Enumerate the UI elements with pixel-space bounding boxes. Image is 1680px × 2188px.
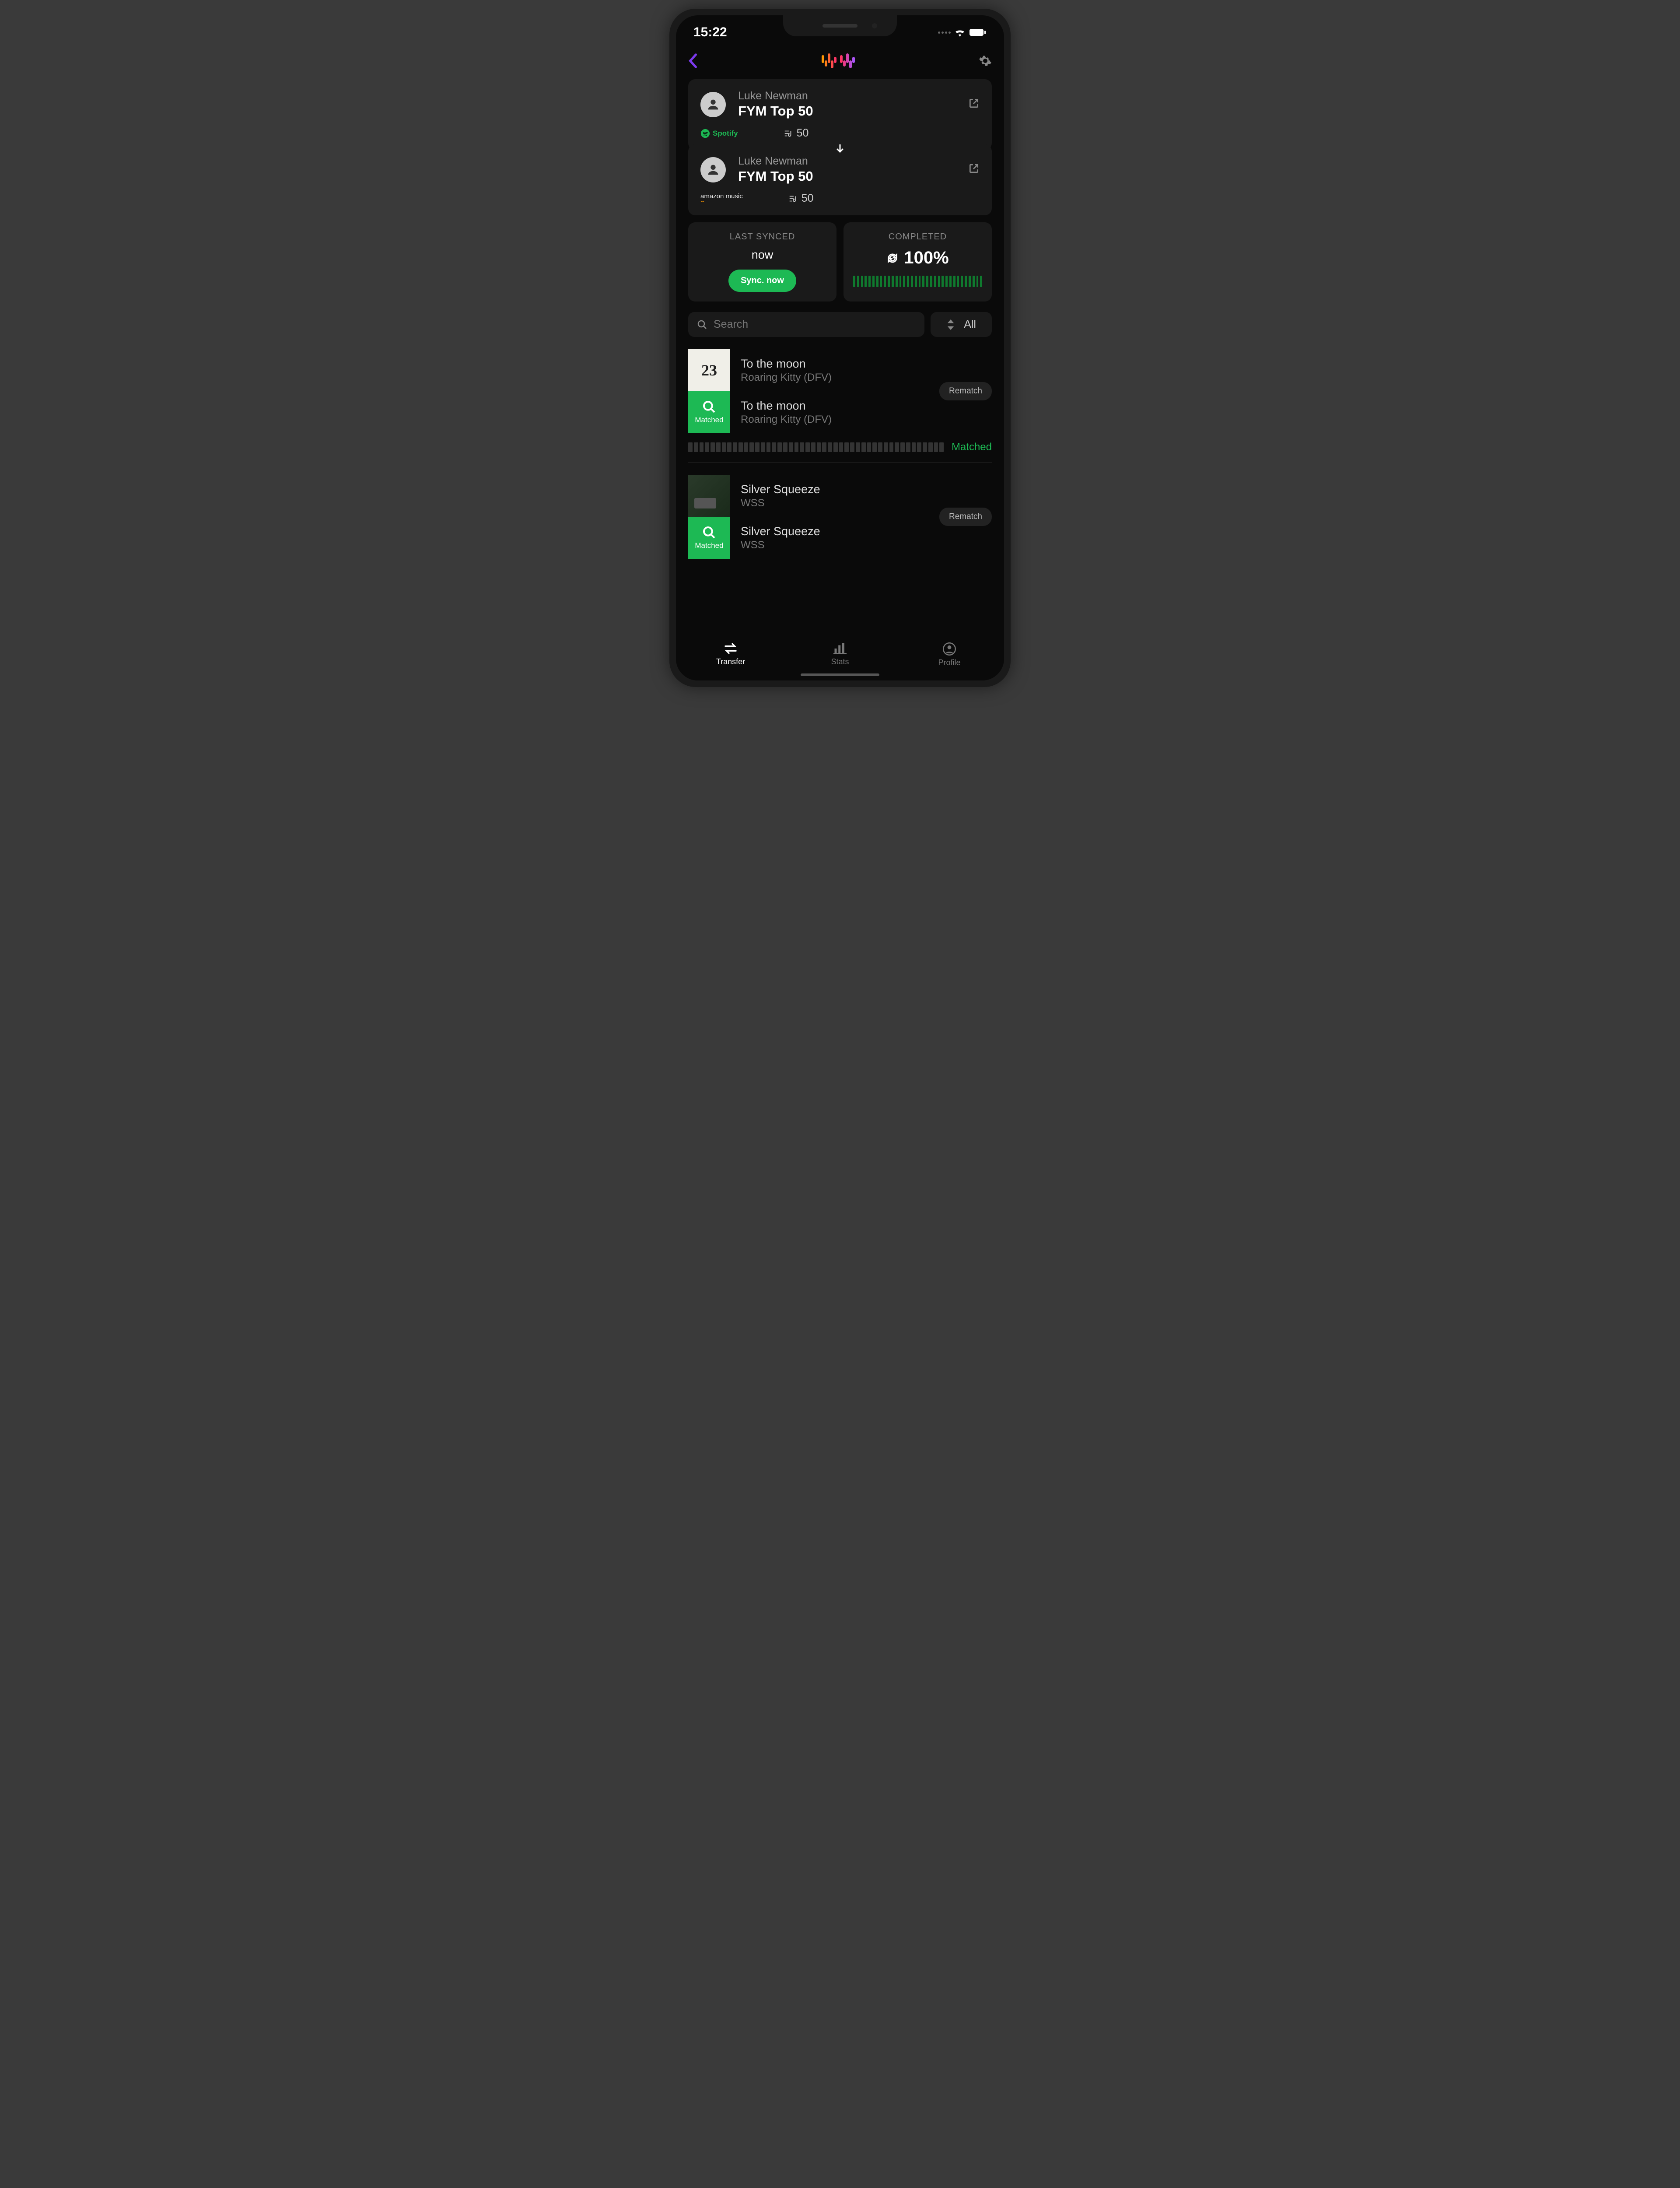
track-artist: WSS (741, 497, 820, 509)
last-synced-card: LAST SYNCED now Sync. now (688, 222, 836, 302)
stat-value: now (698, 248, 827, 262)
nav-stats[interactable]: Stats (785, 642, 895, 667)
search-icon (702, 526, 716, 540)
source-playlist-card: Luke Newman FYM Top 50 Spotify 50 (688, 79, 992, 150)
track-title: To the moon (741, 399, 832, 413)
stat-value: 100% (853, 248, 982, 268)
track-art (688, 475, 730, 517)
service-badge-spotify: Spotify (700, 129, 738, 138)
track-pair: 23 To the moon Roaring Kitty (DFV) Match… (688, 349, 992, 463)
battery-icon (969, 28, 987, 37)
search-input[interactable] (714, 318, 916, 331)
sync-now-button[interactable]: Sync. now (728, 270, 796, 292)
transfer-icon (724, 642, 738, 655)
match-badge: Matched (688, 517, 730, 559)
notch (783, 15, 897, 36)
header (676, 44, 1004, 79)
open-external-button[interactable] (968, 163, 980, 176)
track-count: 50 (788, 192, 814, 205)
match-progress (688, 442, 944, 452)
search-icon (702, 400, 716, 414)
track-title: Silver Squeeze (741, 483, 820, 496)
completed-card: COMPLETED 100% (844, 222, 992, 302)
playlist-title: FYM Top 50 (738, 103, 813, 119)
playlist-owner: Luke Newman (738, 155, 813, 168)
stats-icon (833, 642, 847, 655)
sort-icon (946, 319, 955, 330)
track-artist: Roaring Kitty (DFV) (741, 372, 832, 384)
match-status: Matched (952, 441, 992, 453)
search-icon (697, 319, 707, 330)
track-title: Silver Squeeze (741, 525, 820, 538)
rematch-button[interactable]: Rematch (939, 382, 992, 400)
avatar-icon (700, 92, 726, 117)
track-artist: Roaring Kitty (DFV) (741, 414, 832, 426)
app-logo (821, 52, 856, 71)
filter-button[interactable]: All (931, 312, 992, 337)
status-time: 15:22 (693, 25, 727, 40)
signal-dots-icon (938, 32, 951, 34)
stat-label: LAST SYNCED (698, 232, 827, 242)
avatar-icon (700, 157, 726, 182)
track-pair: Silver Squeeze WSS Matched Silver Squeez… (688, 475, 992, 559)
home-indicator[interactable] (801, 673, 879, 676)
playlist-title: FYM Top 50 (738, 168, 813, 184)
screen: 15:22 Luke Newman FYM To (676, 15, 1004, 680)
phone-frame: 15:22 Luke Newman FYM To (669, 9, 1011, 687)
playlist-owner: Luke Newman (738, 90, 813, 102)
back-button[interactable] (688, 53, 698, 71)
track-art: 23 (688, 349, 730, 391)
track-count: 50 (784, 127, 809, 140)
track-title: To the moon (741, 357, 832, 371)
open-external-button[interactable] (968, 98, 980, 111)
transfer-arrow-icon (688, 143, 992, 156)
service-badge-amazon: amazon music⌣ (700, 193, 743, 204)
stat-label: COMPLETED (853, 232, 982, 242)
status-icons (938, 28, 987, 37)
nav-profile[interactable]: Profile (895, 642, 1004, 667)
progress-bar (853, 276, 982, 287)
wifi-icon (954, 28, 966, 37)
rematch-button[interactable]: Rematch (939, 508, 992, 526)
track-artist: WSS (741, 539, 820, 551)
settings-button[interactable] (979, 54, 992, 70)
profile-icon (943, 642, 956, 656)
search-box[interactable] (688, 312, 924, 337)
refresh-icon (886, 252, 899, 264)
nav-transfer[interactable]: Transfer (676, 642, 785, 667)
match-badge: Matched (688, 391, 730, 433)
